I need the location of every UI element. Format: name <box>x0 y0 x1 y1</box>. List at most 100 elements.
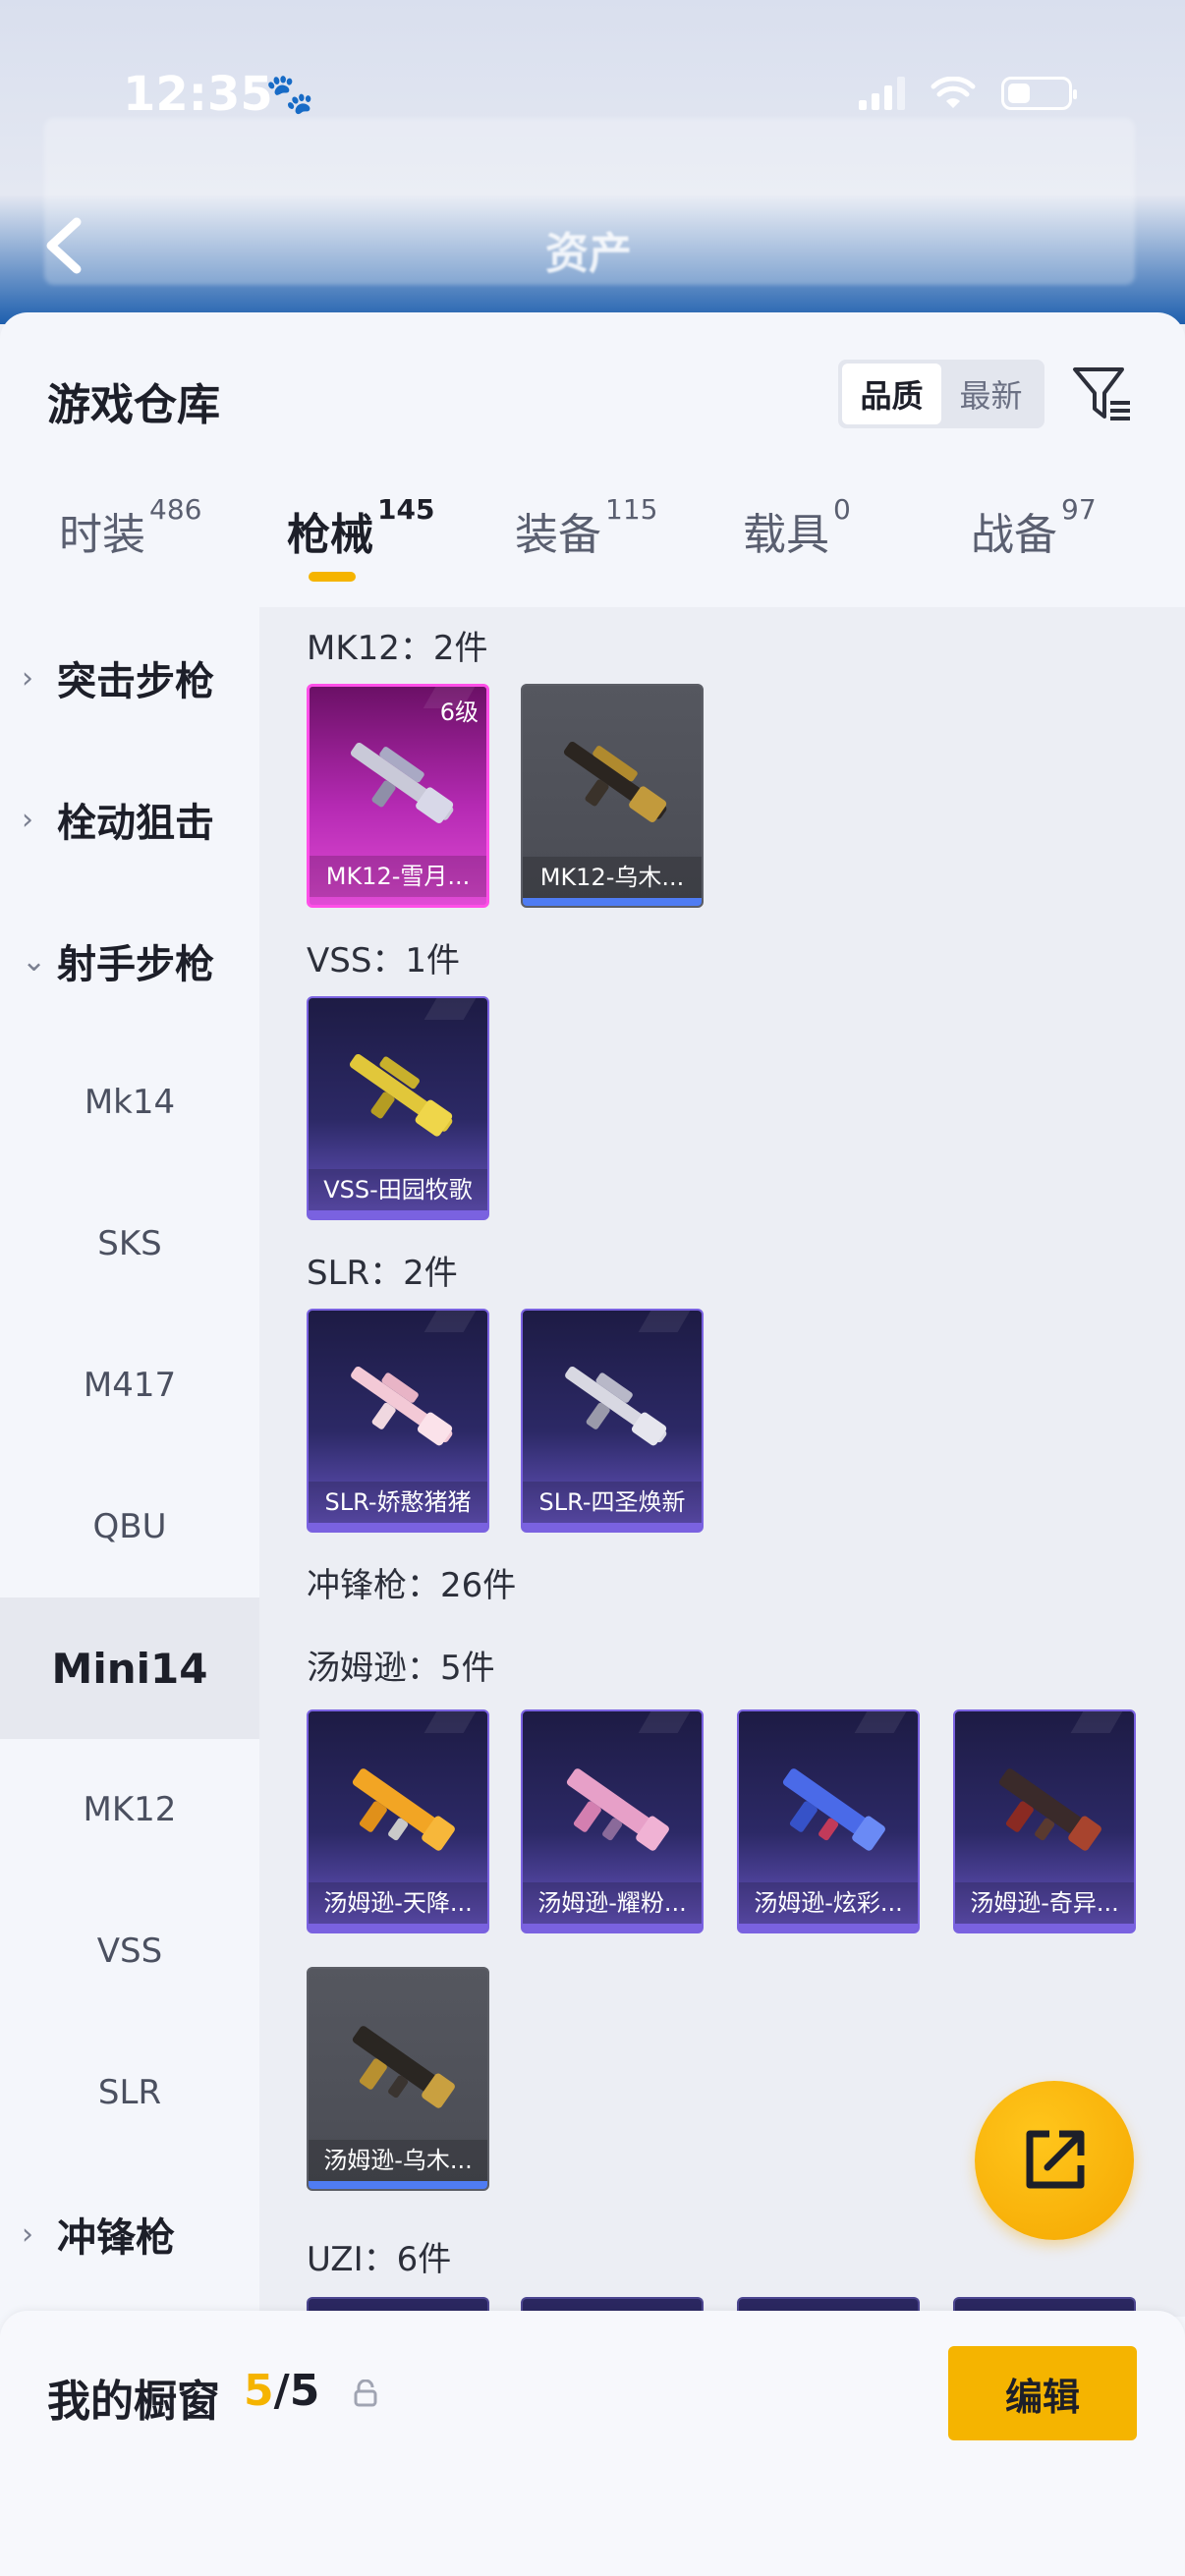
chevron-right-icon: › <box>22 2216 33 2252</box>
filter-icon[interactable] <box>1071 364 1134 426</box>
card-decoration <box>423 1311 477 1332</box>
weapon-card-name: 汤姆逊-乌木... <box>309 2140 487 2181</box>
tab-count: 97 <box>1061 493 1097 526</box>
weapon-card[interactable]: SLR-四圣焕新 <box>521 1309 704 1533</box>
rifle-icon <box>349 1053 453 1137</box>
tab-supplies[interactable]: 战备97 <box>971 493 1097 562</box>
weapon-card[interactable]: 汤姆逊-奇异... <box>953 1709 1136 1933</box>
chevron-down-icon: ⌄ <box>22 943 47 979</box>
rifle-icon <box>565 1366 667 1446</box>
weapon-card-name: VSS-田园牧歌 <box>309 1169 487 1210</box>
weapon-card-name: SLR-娇憨猪猪 <box>309 1482 487 1523</box>
sidebar-item-assault-rifle[interactable]: › 突击步枪 <box>0 607 259 749</box>
smg-icon <box>998 1768 1101 1851</box>
weapon-card[interactable]: VSS-田园牧歌 <box>307 996 489 1220</box>
weapon-grid: MK12：2件 6级 MK12-雪月... MK12-乌木... VSS：1件 … <box>259 607 1185 2317</box>
smg-icon <box>782 1768 885 1851</box>
weapon-card[interactable]: 汤姆逊-炫彩... <box>737 1709 920 1933</box>
tab-fashion[interactable]: 时装486 <box>59 493 201 562</box>
tab-count: 0 <box>833 493 851 526</box>
card-decoration <box>638 1311 691 1332</box>
sidebar-item-label: 栓动狙击 <box>57 801 214 846</box>
sidebar-item-m417[interactable]: M417 <box>0 1315 259 1456</box>
weapon-card-name: 汤姆逊-耀粉... <box>523 1882 702 1924</box>
sidebar-item-slr[interactable]: SLR <box>0 2022 259 2163</box>
showcase-current: 5 <box>244 2366 274 2416</box>
weapon-card[interactable]: 汤姆逊-天降... <box>307 1709 489 1933</box>
battery-icon <box>1001 77 1077 110</box>
sidebar-item-mk14[interactable]: Mk14 <box>0 1032 259 1173</box>
sidebar-item-label: 射手步枪 <box>57 942 214 987</box>
card-decoration <box>423 1711 477 1733</box>
lock-icon <box>354 2380 377 2407</box>
section-title-uzi: UZI：6件 <box>307 2240 452 2279</box>
smg-icon <box>566 1768 669 1851</box>
weapon-card-name: 汤姆逊-奇异... <box>955 1882 1134 1924</box>
sidebar-item-qbu[interactable]: QBU <box>0 1456 259 1597</box>
tab-count: 145 <box>377 493 435 526</box>
section-title-mk12: MK12：2件 <box>307 629 488 668</box>
weapon-card[interactable]: 汤姆逊-乌木... <box>307 1967 489 2191</box>
weapon-card[interactable]: 6级 MK12-雪月... <box>307 684 489 908</box>
chevron-right-icon: › <box>22 802 33 837</box>
showcase-label: 我的橱窗 <box>47 2377 220 2427</box>
card-decoration <box>1070 1711 1123 1733</box>
tab-count: 115 <box>605 493 658 526</box>
share-button[interactable] <box>975 2081 1134 2240</box>
weapon-card-name: MK12-雪月... <box>310 856 486 897</box>
tab-guns[interactable]: 枪械145 <box>287 493 434 582</box>
weapon-card[interactable]: MK12-乌木... <box>521 684 704 908</box>
weapon-card-name: MK12-乌木... <box>523 857 702 898</box>
section-title-smg: 冲锋枪：26件 <box>307 1566 517 1605</box>
rifle-icon <box>563 741 667 822</box>
weapon-card-name: 汤姆逊-天降... <box>309 1882 487 1924</box>
sidebar-item-smg[interactable]: › 冲锋枪 <box>0 2163 259 2305</box>
sort-by-quality[interactable]: 品质 <box>842 364 941 424</box>
weapon-card-name: SLR-四圣焕新 <box>523 1482 702 1523</box>
tab-count: 486 <box>149 493 202 526</box>
warehouse-sheet: 游戏仓库 品质 最新 时装486 枪械145 装备115 载具0 战备97 › 突… <box>0 312 1185 2576</box>
back-chevron-icon[interactable] <box>39 216 88 275</box>
showcase-bar: 我的橱窗 5/5 编辑 <box>0 2311 1185 2576</box>
rifle-icon <box>350 742 454 823</box>
status-time: 12:35 <box>123 67 273 122</box>
category-tabs: 时装486 枪械145 装备115 载具0 战备97 <box>0 493 1185 607</box>
page-title: 资产 <box>545 229 632 279</box>
weapon-card[interactable]: SLR-娇憨猪猪 <box>307 1309 489 1533</box>
smg-icon <box>352 2026 455 2108</box>
card-decoration <box>638 1711 691 1733</box>
paw-icon: 🐾 <box>265 72 314 117</box>
card-decoration <box>854 1711 907 1733</box>
signal-icon <box>859 77 905 110</box>
tab-label: 时装 <box>59 510 145 560</box>
tab-equipment[interactable]: 装备115 <box>515 493 657 562</box>
section-title-thompson: 汤姆逊：5件 <box>307 1649 495 1688</box>
card-decoration <box>423 998 477 1020</box>
sidebar-item-bolt-sniper[interactable]: › 栓动狙击 <box>0 749 259 890</box>
status-icons <box>859 76 1077 110</box>
tab-label: 装备 <box>515 510 601 560</box>
sheet-title: 游戏仓库 <box>47 380 220 430</box>
tab-label: 载具 <box>743 510 829 560</box>
wifi-icon <box>931 76 976 110</box>
sidebar-item-sks[interactable]: SKS <box>0 1173 259 1315</box>
tab-vehicles[interactable]: 载具0 <box>743 493 851 562</box>
sort-toggle: 品质 最新 <box>838 360 1044 428</box>
sidebar-item-marksman-rifle[interactable]: ⌄ 射手步枪 <box>0 890 259 1032</box>
sort-by-newest[interactable]: 最新 <box>941 364 1041 424</box>
sidebar-item-mini14[interactable]: Mini14 <box>0 1597 259 1739</box>
smg-icon <box>352 1768 455 1851</box>
weapon-card[interactable]: 汤姆逊-耀粉... <box>521 1709 704 1933</box>
showcase-count: 5/5 <box>244 2366 319 2416</box>
share-icon <box>1026 2130 1085 2189</box>
tab-label: 战备 <box>971 510 1057 560</box>
chevron-right-icon: › <box>22 660 33 696</box>
sidebar-item-mk12[interactable]: MK12 <box>0 1739 259 1880</box>
sidebar-item-label: 突击步枪 <box>57 659 214 704</box>
sidebar-item-vss[interactable]: VSS <box>0 1880 259 2022</box>
tab-label: 枪械 <box>287 510 373 560</box>
section-title-slr: SLR：2件 <box>307 1254 458 1293</box>
edit-button[interactable]: 编辑 <box>948 2346 1137 2440</box>
background-header: 12:35 🐾 资产 <box>0 0 1185 324</box>
rifle-icon <box>351 1366 453 1446</box>
